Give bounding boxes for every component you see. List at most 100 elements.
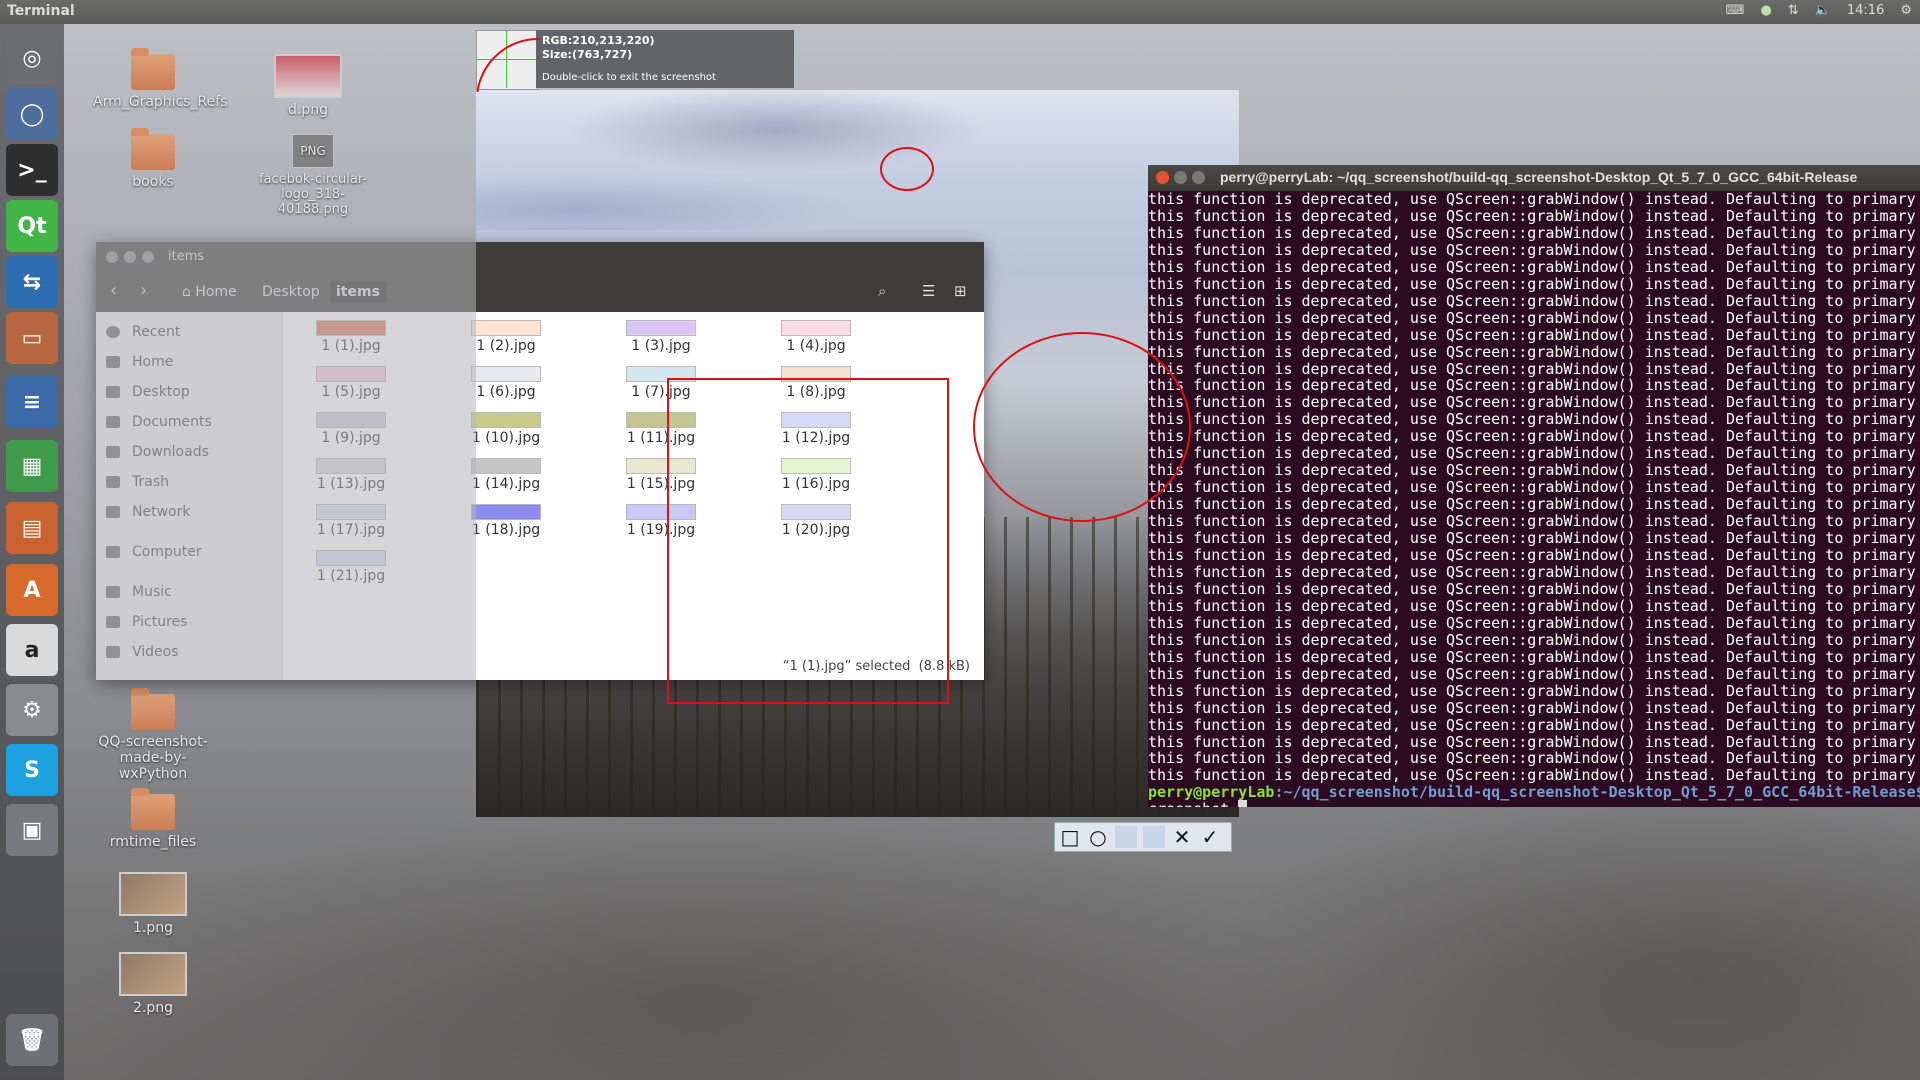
- file-item[interactable]: 1 (3).jpg: [601, 320, 721, 354]
- terminal-window[interactable]: perry@perryLab: ~/qq_screenshot/build-qq…: [1148, 165, 1920, 807]
- terminal-line: this function is deprecated, use QScreen…: [1148, 393, 1916, 412]
- file-item[interactable]: 1 (21).jpg: [291, 550, 411, 584]
- terminal-output[interactable]: this function is deprecated, use QScreen…: [1148, 191, 1920, 807]
- screenshot-info-box: RGB:210,213,220) Size:(763,727) Double-c…: [536, 30, 794, 88]
- screenshot-toolbar: □ ○ ✕ ✓: [1054, 822, 1232, 852]
- terminal-line: this function is deprecated, use QScreen…: [1148, 512, 1916, 531]
- file-item[interactable]: 1 (2).jpg: [446, 320, 566, 354]
- sidebar-item-downloads[interactable]: Downloads: [106, 444, 209, 460]
- terminal-line: this function is deprecated, use QScreen…: [1148, 715, 1916, 734]
- sidebar-item-computer[interactable]: Computer: [106, 544, 202, 560]
- network-icon[interactable]: ⇅: [1788, 3, 1799, 18]
- file-thumbnail: [471, 412, 541, 428]
- close-icon[interactable]: ✕: [1171, 825, 1193, 849]
- file-item[interactable]: 1 (9).jpg: [291, 412, 411, 446]
- minimize-icon[interactable]: [124, 251, 136, 263]
- dash-icon[interactable]: ◎: [6, 32, 58, 84]
- chromium-icon[interactable]: ◯: [6, 88, 58, 140]
- terminal-line: this function is deprecated, use QScreen…: [1148, 546, 1916, 565]
- file-item[interactable]: 1 (18).jpg: [446, 504, 566, 538]
- sidebar-item-desktop[interactable]: Desktop: [106, 384, 190, 400]
- breadcrumb-desktop[interactable]: Desktop: [256, 281, 326, 303]
- sidebar-item-trash[interactable]: Trash: [106, 474, 169, 490]
- volume-icon[interactable]: 🔈: [1815, 3, 1831, 18]
- terminal-icon[interactable]: >_: [6, 144, 58, 196]
- file-item[interactable]: 1 (10).jpg: [446, 412, 566, 446]
- blank-tool-icon[interactable]: [1143, 826, 1165, 848]
- file-thumbnail: [471, 320, 541, 336]
- annotation-ellipse: [880, 147, 934, 191]
- exit-hint: Double-click to exit the screenshot: [542, 72, 716, 83]
- sidebar-item-recent[interactable]: Recent: [106, 324, 180, 340]
- sidebar-item-network[interactable]: Network: [106, 504, 190, 520]
- active-window-title: Terminal: [7, 3, 75, 19]
- sidebar-label: Music: [132, 584, 172, 600]
- back-icon[interactable]: ‹: [110, 280, 117, 301]
- file-item[interactable]: 1 (4).jpg: [756, 320, 876, 354]
- prompt-user: perry@perryLab: [1148, 783, 1275, 802]
- breadcrumb-home[interactable]: ⌂ Home: [176, 281, 243, 303]
- terminal-line: this function is deprecated, use QScreen…: [1148, 342, 1916, 361]
- folder-icon: [106, 646, 120, 658]
- trash-icon[interactable]: 🗑: [6, 1014, 58, 1066]
- skype-icon[interactable]: S: [6, 744, 58, 796]
- close-icon[interactable]: [106, 251, 118, 263]
- check-icon[interactable]: ✓: [1199, 825, 1221, 849]
- terminal-line: this function is deprecated, use QScreen…: [1148, 191, 1916, 208]
- terminal-line: this function is deprecated, use QScreen…: [1148, 732, 1916, 751]
- maximize-icon[interactable]: [1192, 171, 1205, 184]
- minimize-icon[interactable]: [1174, 171, 1187, 184]
- terminal-command: creenshot: [1148, 800, 1920, 807]
- file-manager-icon[interactable]: ▭: [6, 312, 58, 364]
- search-icon[interactable]: ⌕: [878, 282, 886, 300]
- terminal-line: this function is deprecated, use QScreen…: [1148, 308, 1916, 327]
- sidebar-label: Pictures: [132, 614, 188, 630]
- terminal-line: this function is deprecated, use QScreen…: [1148, 495, 1916, 514]
- file-thumbnail: [626, 320, 696, 336]
- amazon-icon[interactable]: a: [6, 624, 58, 676]
- file-item[interactable]: 1 (13).jpg: [291, 458, 411, 492]
- calc-icon[interactable]: ▦: [6, 440, 58, 492]
- sidebar-item-documents[interactable]: Documents: [106, 414, 212, 430]
- circle-icon[interactable]: ○: [1087, 825, 1109, 849]
- terminal-line: this function is deprecated, use QScreen…: [1148, 766, 1916, 785]
- forward-icon[interactable]: ›: [140, 280, 147, 301]
- file-name: 1 (5).jpg: [321, 384, 381, 400]
- size-readout: Size:(763,727): [542, 48, 633, 61]
- maximize-icon[interactable]: [142, 251, 154, 263]
- gear-icon[interactable]: ⚙: [1900, 3, 1912, 18]
- file-item[interactable]: 1 (17).jpg: [291, 504, 411, 538]
- file-item[interactable]: 1 (5).jpg: [291, 366, 411, 400]
- terminal-prompt: perry@perryLab:~/qq_screenshot/build-qq_…: [1148, 784, 1920, 801]
- sidebar-item-home[interactable]: Home: [106, 354, 173, 370]
- impress-icon[interactable]: ▤: [6, 502, 58, 554]
- blank-tool-icon[interactable]: [1115, 826, 1137, 848]
- terminal-line: this function is deprecated, use QScreen…: [1148, 274, 1916, 293]
- sidebar-item-pictures[interactable]: Pictures: [106, 614, 187, 630]
- software-center-icon[interactable]: A: [6, 564, 58, 616]
- terminal-line: this function is deprecated, use QScreen…: [1148, 410, 1916, 429]
- grid-view-icon[interactable]: ⊞: [954, 282, 967, 300]
- close-icon[interactable]: [1156, 171, 1169, 184]
- file-item[interactable]: 1 (1).jpg: [291, 320, 411, 354]
- writer-icon[interactable]: ≡: [6, 376, 58, 428]
- breadcrumb-items[interactable]: items: [330, 281, 386, 303]
- chat-icon[interactable]: ●: [1760, 3, 1771, 18]
- teamviewer-icon[interactable]: ⇆: [6, 256, 58, 308]
- qt-creator-icon[interactable]: Qt: [6, 200, 58, 252]
- sidebar-label: Computer: [132, 544, 202, 560]
- file-thumbnail: [471, 504, 541, 520]
- workspace-icon[interactable]: ▣: [6, 804, 58, 856]
- clock[interactable]: 14:16: [1847, 3, 1884, 18]
- sidebar-item-music[interactable]: Music: [106, 584, 172, 600]
- file-item[interactable]: 1 (14).jpg: [446, 458, 566, 492]
- settings-icon[interactable]: ⚙: [6, 684, 58, 736]
- keyboard-icon[interactable]: ⌨: [1726, 3, 1745, 18]
- annotation-ellipse: [973, 332, 1191, 522]
- sidebar-item-videos[interactable]: Videos: [106, 644, 179, 660]
- list-view-icon[interactable]: ☰: [922, 282, 935, 300]
- file-item[interactable]: 1 (6).jpg: [446, 366, 566, 400]
- rectangle-icon[interactable]: □: [1059, 825, 1081, 849]
- breadcrumb-label: Home: [195, 284, 237, 300]
- places-sidebar: Recent Home Desktop Documents Downloads …: [96, 312, 283, 680]
